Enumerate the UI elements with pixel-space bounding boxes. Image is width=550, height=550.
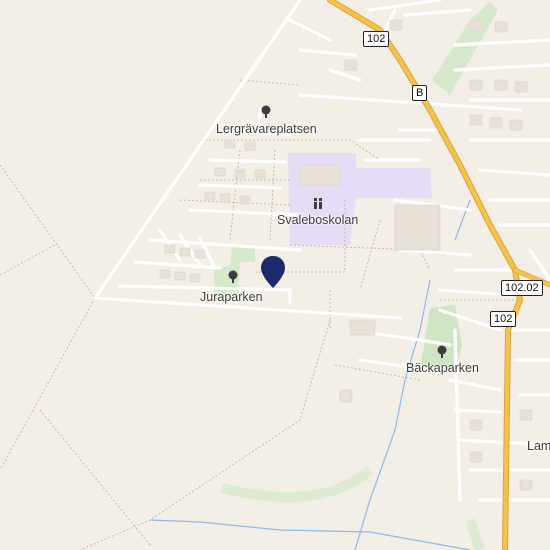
school-icon[interactable] — [311, 196, 325, 210]
place-label-juraparken[interactable]: Juraparken — [200, 290, 263, 304]
tree-icon[interactable] — [226, 270, 240, 284]
map-view[interactable]: 102 B 102.02 102 Lergrävareplatsen Svale… — [0, 0, 550, 550]
place-label-backaparken[interactable]: Bäckaparken — [406, 361, 479, 375]
road-shield-102-south: 102 — [490, 311, 517, 327]
location-pin-icon[interactable] — [259, 255, 287, 289]
road-shield-102-north: 102 — [363, 31, 390, 47]
tree-icon[interactable] — [435, 345, 449, 359]
road-shield-b: B — [412, 85, 428, 101]
place-label-svaleboskolan[interactable]: Svaleboskolan — [277, 213, 358, 227]
tree-icon[interactable] — [259, 105, 273, 119]
place-label-lam-partial[interactable]: Lam — [527, 439, 550, 453]
place-label-lergravareplatsen[interactable]: Lergrävareplatsen — [216, 122, 317, 136]
road-shield-102-02: 102.02 — [501, 280, 543, 296]
